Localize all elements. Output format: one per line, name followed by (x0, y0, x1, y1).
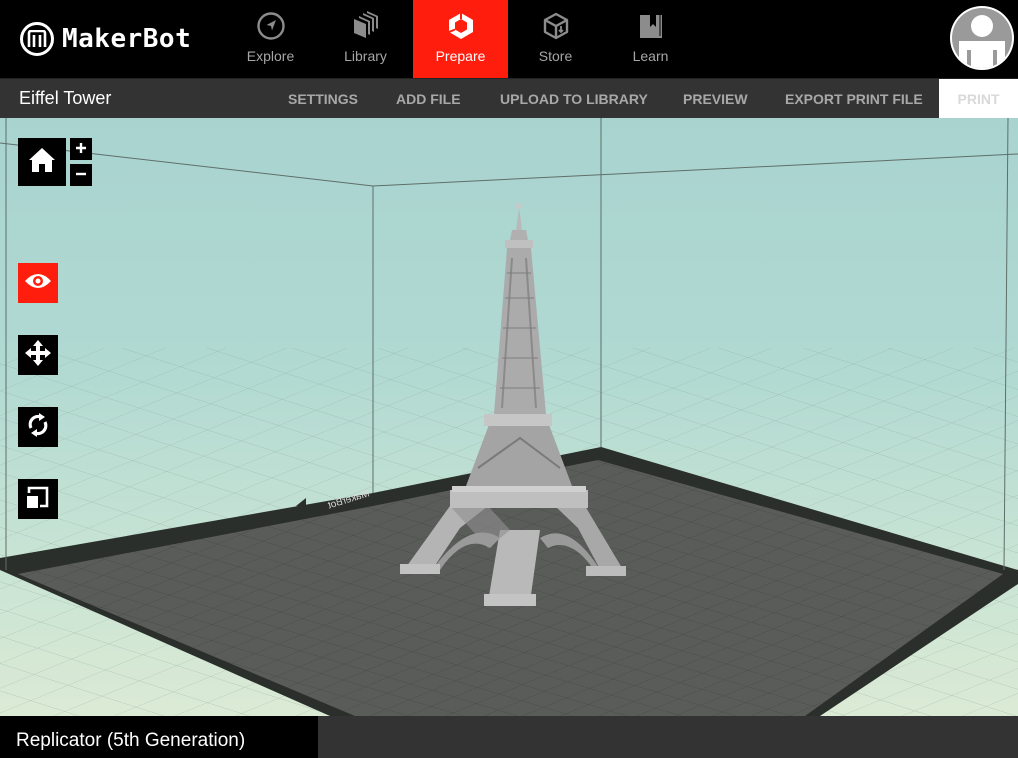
library-stack-icon (350, 10, 382, 42)
upload-to-library-button[interactable]: UPLOAD TO LIBRARY (500, 79, 648, 119)
zoom-in-button[interactable] (70, 138, 92, 160)
store-box-icon (540, 10, 572, 42)
rotate-tool-button[interactable] (18, 407, 58, 447)
eye-icon (24, 272, 52, 295)
makerbot-m-icon (20, 22, 54, 56)
build-volume-scene: MakerBot (0, 118, 1018, 716)
print-button[interactable]: PRINT (939, 79, 1018, 119)
zoom-out-button[interactable] (70, 164, 92, 186)
user-avatar[interactable] (950, 6, 1014, 70)
minus-icon (76, 166, 86, 184)
nav-library-label: Library (344, 48, 387, 64)
move-tool-button[interactable] (18, 335, 58, 375)
project-title: Eiffel Tower (19, 88, 112, 108)
scale-tool-button[interactable] (18, 479, 58, 519)
makerbot-logo[interactable]: MakerBot (20, 22, 191, 56)
home-view-button[interactable] (18, 138, 66, 186)
export-print-file-button[interactable]: EXPORT PRINT FILE (785, 79, 923, 119)
nav-store-label: Store (538, 48, 573, 64)
top-navigation: MakerBot Explore Library Prepare Store L… (0, 0, 1018, 78)
brand-name: MakerBot (62, 24, 192, 54)
settings-button[interactable]: SETTINGS (288, 79, 358, 119)
compass-icon (255, 10, 287, 42)
user-avatar-icon (952, 8, 1012, 68)
move-arrows-icon (24, 339, 52, 372)
printer-selector[interactable]: Replicator (5th Generation) (0, 716, 318, 758)
plus-icon (76, 140, 86, 158)
status-bar: Replicator (5th Generation) (0, 716, 1018, 758)
nav-prepare-label: Prepare (435, 48, 486, 64)
project-toolbar: Eiffel Tower SETTINGS ADD FILE UPLOAD TO… (0, 78, 1018, 119)
scale-icon (26, 485, 50, 514)
nav-explore[interactable]: Explore (223, 0, 318, 78)
nav-prepare[interactable]: Prepare (413, 0, 508, 78)
3d-viewport[interactable]: MakerBot (0, 118, 1018, 716)
home-icon (28, 147, 56, 178)
preview-button[interactable]: PREVIEW (683, 79, 748, 119)
rotate-icon (27, 412, 49, 443)
nav-explore-label: Explore (246, 48, 295, 64)
look-tool-button[interactable] (18, 263, 58, 303)
nav-library[interactable]: Library (318, 0, 413, 78)
learn-book-icon (635, 10, 667, 42)
nav-learn-label: Learn (632, 48, 669, 64)
add-file-button[interactable]: ADD FILE (396, 79, 461, 119)
prepare-cube-icon (445, 10, 477, 42)
nav-store[interactable]: Store (508, 0, 603, 78)
nav-learn[interactable]: Learn (603, 0, 698, 78)
